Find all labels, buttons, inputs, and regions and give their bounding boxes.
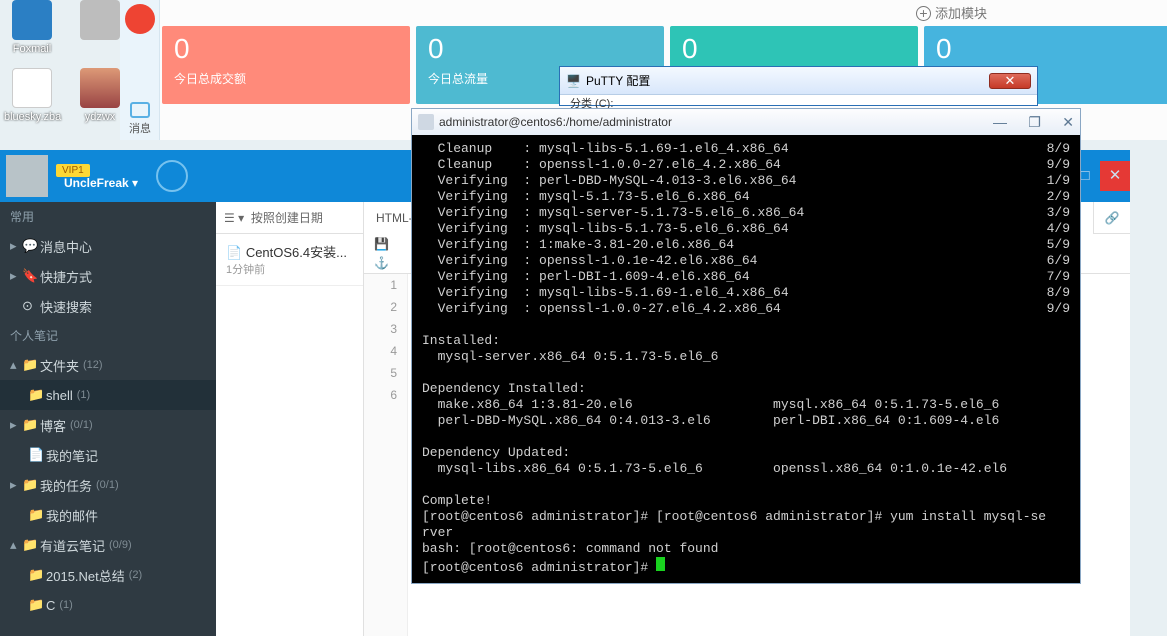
desktop-icon-label: Foxmail: [4, 43, 60, 55]
add-module-button[interactable]: +添加模块: [916, 3, 987, 22]
stat-value: 0: [682, 34, 906, 64]
note-time: 1分钟前: [226, 261, 353, 277]
note-icon: 📄: [226, 245, 242, 260]
close-button[interactable]: ✕: [1062, 114, 1074, 130]
close-button[interactable]: ✕: [989, 73, 1031, 89]
search-icon: ⊙: [22, 298, 40, 314]
sidebar-item-blog[interactable]: ▸📁博客(0/1): [0, 410, 216, 440]
desktop-icon[interactable]: bluesky.zba: [4, 68, 60, 123]
sidebar-item-my-tasks[interactable]: ▸📁我的任务(0/1): [0, 470, 216, 500]
folder-icon: 📁: [22, 357, 40, 373]
terminal-window[interactable]: administrator@centos6:/home/administrato…: [411, 108, 1081, 584]
sidebar-item-my-notes[interactable]: 📄我的笔记: [0, 440, 216, 470]
desktop-icon[interactable]: Foxmail: [4, 0, 60, 55]
notes-list-column: ☰ ▾ 按照创建日期 📄 CentOS6.4安装... 1分钟前: [216, 202, 364, 636]
dashboard-sidebar: 消息: [120, 0, 160, 140]
sidebar-item-quick-search[interactable]: ⊙快速搜索: [0, 291, 216, 321]
username[interactable]: UncleFreak: [64, 176, 129, 190]
sidebar-item-shell[interactable]: 📁shell(1): [0, 380, 216, 410]
window-controls: — ❐ ✕: [975, 114, 1074, 131]
putty-titlebar[interactable]: 🖥️ PuTTY 配置 ✕: [560, 67, 1037, 95]
sidebar-item-2015net[interactable]: 📁2015.Net总结(2): [0, 560, 216, 590]
line-number: 5: [364, 362, 407, 384]
sidebar-message-tab[interactable]: 消息: [120, 102, 160, 136]
link-icon: 🔗: [1105, 211, 1120, 225]
note-icon: 📄: [28, 447, 46, 463]
sidebar-item-folders[interactable]: ▴📁文件夹(12): [0, 350, 216, 380]
maximize-button[interactable]: ❐: [1028, 114, 1041, 130]
avatar[interactable]: [6, 155, 48, 197]
plus-icon: +: [916, 6, 931, 21]
line-gutter: 1 2 3 4 5 6: [364, 274, 408, 636]
list-sort-button[interactable]: ☰ ▾ 按照创建日期: [216, 202, 363, 234]
window-title: PuTTY 配置: [586, 72, 989, 89]
minimize-button[interactable]: —: [993, 114, 1007, 130]
folder-icon: 📁: [22, 537, 40, 553]
note-list-item[interactable]: 📄 CentOS6.4安装... 1分钟前: [216, 234, 363, 286]
folder-icon: 📁: [22, 417, 40, 433]
line-number: 6: [364, 384, 407, 406]
sidebar-category: 常用: [0, 202, 216, 231]
stat-label: 今日总成交额: [174, 70, 398, 87]
line-number: 1: [364, 274, 407, 296]
shortcut-icon: 🔖: [22, 268, 40, 284]
refresh-button[interactable]: [156, 160, 188, 192]
link-button[interactable]: 🔗: [1094, 211, 1130, 225]
task-icon: 📁: [22, 477, 40, 493]
putty-config-window[interactable]: 🖥️ PuTTY 配置 ✕ 分类 (C):: [559, 66, 1038, 106]
close-button[interactable]: ✕: [1100, 161, 1130, 191]
stat-value: 0: [936, 34, 1160, 64]
putty-icon: 🖥️: [566, 74, 581, 88]
file-icon: [80, 0, 120, 40]
sidebar-item-message-center[interactable]: ▸💬消息中心: [0, 231, 216, 261]
app-logo-icon[interactable]: [125, 4, 155, 34]
sidebar-item-c[interactable]: 📁C(1): [0, 590, 216, 620]
folder-icon: 📁: [28, 387, 46, 403]
foxmail-icon: [12, 0, 52, 40]
sidebar-category: 个人笔记: [0, 321, 216, 350]
folder-icon: 📁: [28, 597, 46, 613]
terminal-icon: [418, 114, 434, 130]
window-title: administrator@centos6:/home/administrato…: [439, 115, 975, 129]
archive-icon: [80, 68, 120, 108]
line-number: 2: [364, 296, 407, 318]
mail-icon: 📁: [28, 507, 46, 523]
line-number: 4: [364, 340, 407, 362]
terminal-body[interactable]: Cleanup : mysql-libs-5.1.69-1.el6_4.x86_…: [412, 135, 1080, 583]
stat-card[interactable]: 0 今日总成交额: [162, 26, 410, 104]
chevron-down-icon: ▾: [238, 211, 244, 225]
stat-value: 0: [428, 34, 652, 64]
sidebar-item-youdao[interactable]: ▴📁有道云笔记(0/9): [0, 530, 216, 560]
sidebar-item-my-mail[interactable]: 📁我的邮件: [0, 500, 216, 530]
file-icon: [12, 68, 52, 108]
notes-sidebar: 常用 ▸💬消息中心 ▸🔖快捷方式 ⊙快速搜索 个人笔记 ▴📁文件夹(12) 📁s…: [0, 202, 216, 636]
stat-value: 0: [174, 34, 398, 64]
terminal-titlebar[interactable]: administrator@centos6:/home/administrato…: [412, 109, 1080, 135]
list-icon: ☰: [224, 211, 235, 225]
line-number: 3: [364, 318, 407, 340]
folder-icon: 📁: [28, 567, 46, 583]
message-icon: [130, 102, 150, 118]
chevron-down-icon[interactable]: ▾: [132, 176, 138, 190]
sidebar-item-shortcut[interactable]: ▸🔖快捷方式: [0, 261, 216, 291]
desktop-icon-label: bluesky.zba: [4, 111, 60, 123]
message-icon: 💬: [22, 238, 40, 254]
